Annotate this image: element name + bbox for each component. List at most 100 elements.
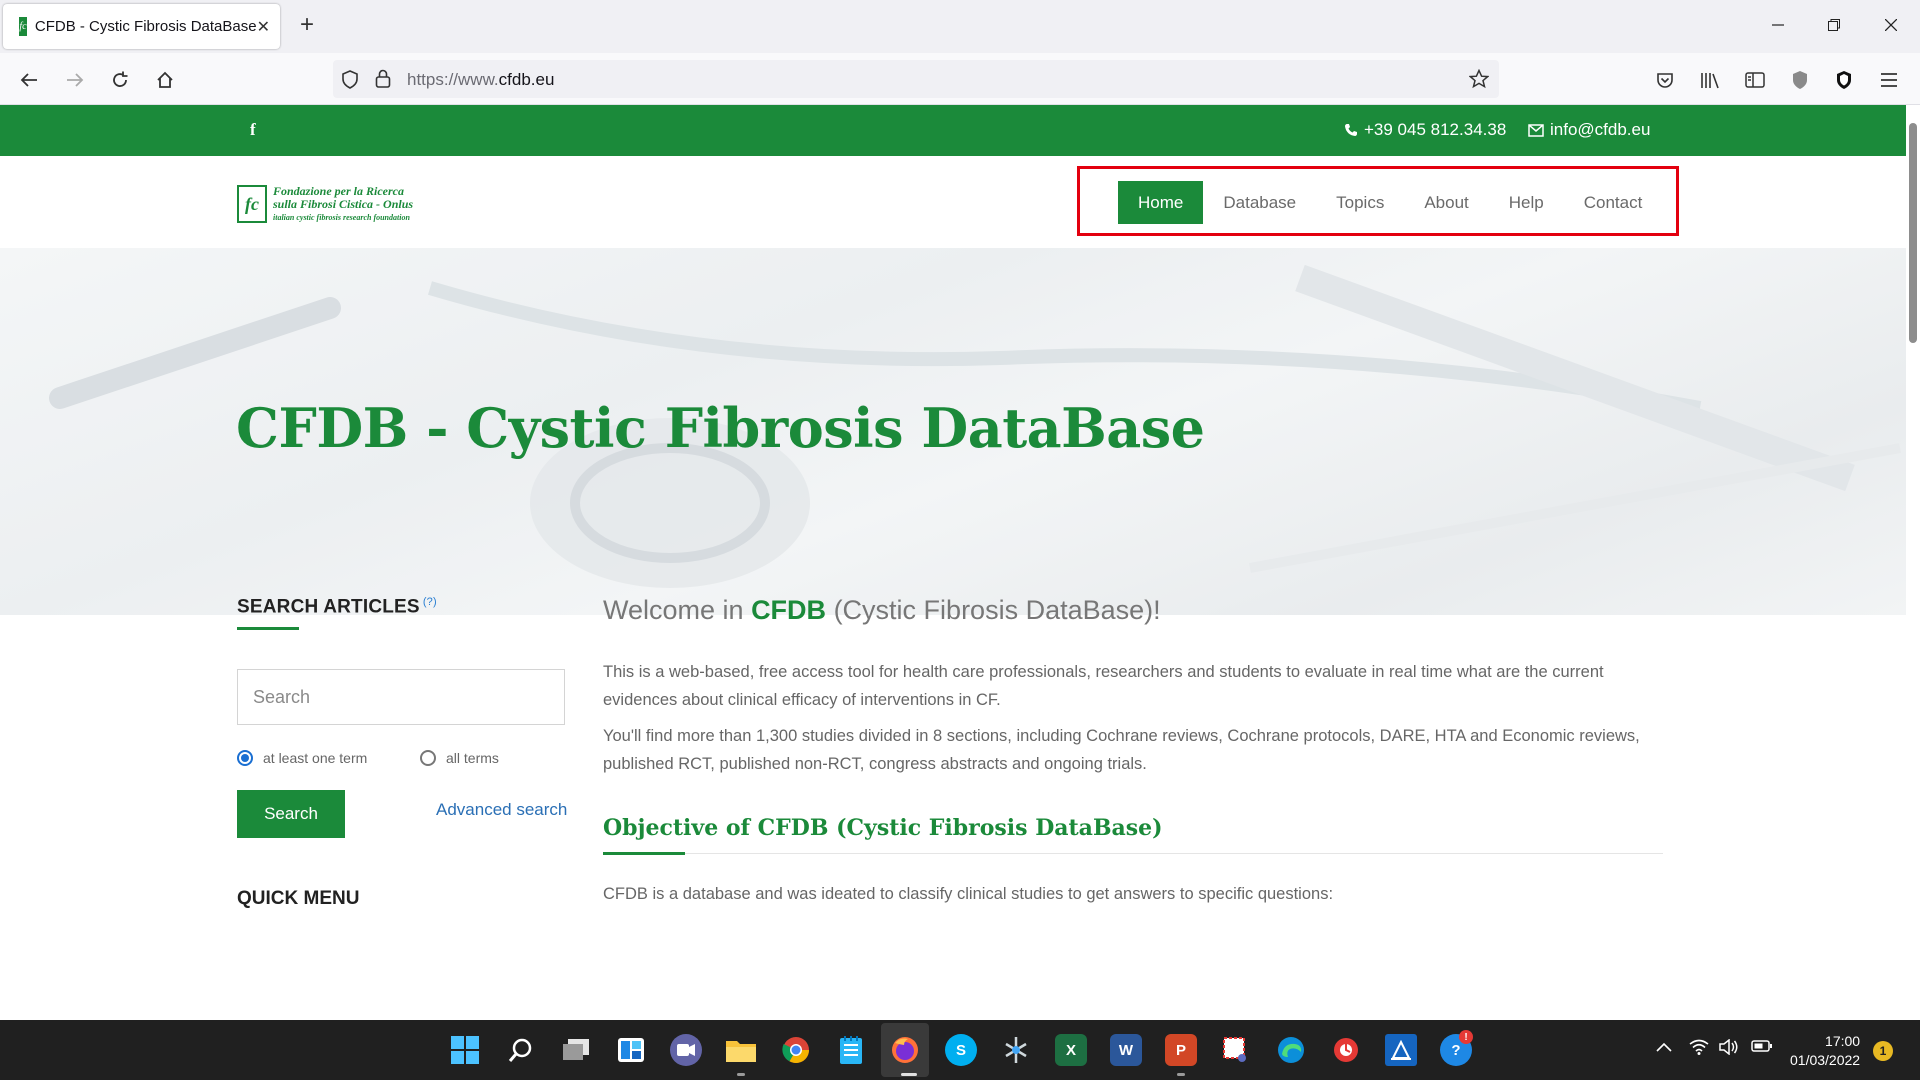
minimize-icon[interactable] (1758, 10, 1798, 40)
nav-about[interactable]: About (1404, 181, 1488, 224)
windows-taskbar: S X W P ? ! 17:00 01/03/2022 1 (0, 1020, 1920, 1080)
foundation-logo[interactable]: fc Fondazione per la Ricerca sulla Fibro… (237, 183, 432, 225)
file-explorer-icon[interactable] (725, 1034, 757, 1066)
volume-icon[interactable] (1719, 1038, 1739, 1060)
site-favicon-icon: fc (19, 17, 27, 36)
radio-selected-icon[interactable] (237, 750, 253, 766)
objective-paragraph: CFDB is a database and was ideated to cl… (603, 885, 1334, 903)
wifi-icon[interactable] (1689, 1039, 1709, 1060)
nav-home[interactable]: Home (1118, 181, 1204, 224)
main-navigation: Home Database Topics About Help Contact (1077, 166, 1679, 236)
radio-unselected-icon[interactable] (420, 750, 436, 766)
restore-icon[interactable] (1814, 10, 1854, 40)
logo-text: Fondazione per la Ricerca sulla Fibrosi … (273, 184, 414, 224)
radio-at-least-one[interactable]: at least one term (237, 750, 367, 766)
word-icon[interactable]: W (1110, 1034, 1142, 1066)
task-view-icon[interactable] (560, 1034, 592, 1066)
radio-label: all terms (446, 750, 499, 766)
browser-toolbar: https://www.cfdb.eu (0, 53, 1920, 105)
firefox-icon[interactable] (889, 1034, 921, 1066)
scrollbar-thumb[interactable] (1909, 123, 1917, 343)
browser-tab[interactable]: fc CFDB - Cystic Fibrosis DataBase ✕ (3, 4, 280, 49)
skype-icon[interactable]: S (945, 1034, 977, 1066)
search-articles-title: SEARCH ARTICLES (237, 596, 420, 618)
welcome-heading: Welcome in CFDB (Cystic Fibrosis DataBas… (603, 595, 1161, 625)
email-address: info@cfdb.eu (1550, 120, 1651, 139)
objective-underline (603, 852, 685, 855)
nav-contact[interactable]: Contact (1564, 181, 1663, 224)
library-icon[interactable] (1695, 65, 1725, 95)
quick-menu-heading: QUICK MENU (237, 888, 360, 909)
windows-start-icon[interactable] (449, 1034, 481, 1066)
alert-badge-icon: ! (1459, 1030, 1473, 1044)
edge-icon[interactable] (1275, 1034, 1307, 1066)
clock-date: 01/03/2022 (1790, 1052, 1861, 1068)
teams-chat-icon[interactable] (670, 1034, 702, 1066)
menu-items: Home Database Topics About Help Contact (1118, 181, 1662, 224)
pocket-icon[interactable] (1650, 65, 1680, 95)
close-tab-icon[interactable]: ✕ (257, 17, 270, 37)
browser-tab-bar: fc CFDB - Cystic Fibrosis DataBase ✕ + (0, 0, 1920, 53)
search-icon[interactable] (505, 1034, 537, 1066)
page-scrollbar[interactable] (1906, 105, 1920, 1020)
logo-line-2: sulla Fibrosi Cistica - Onlus (273, 196, 414, 211)
url-bar[interactable]: https://www.cfdb.eu (333, 60, 1499, 98)
chrome-icon[interactable] (780, 1034, 812, 1066)
lock-icon[interactable] (375, 69, 391, 93)
help-link[interactable]: (?) (423, 596, 437, 608)
close-window-icon[interactable] (1871, 10, 1911, 40)
clock-time: 17:00 (1825, 1033, 1861, 1049)
notification-badge[interactable]: 1 (1873, 1041, 1893, 1061)
hero-banner: CFDB - Cystic Fibrosis DataBase (0, 248, 1906, 615)
azure-app-icon[interactable] (1385, 1034, 1417, 1066)
system-clock[interactable]: 17:00 01/03/2022 (1790, 1032, 1860, 1070)
menu-icon[interactable] (1874, 65, 1904, 95)
ublock-icon[interactable] (1829, 65, 1859, 95)
new-tab-icon[interactable]: + (294, 12, 320, 38)
snipping-tool-icon[interactable] (1220, 1034, 1252, 1066)
tab-title: CFDB - Cystic Fibrosis DataBase (34, 18, 257, 35)
objective-divider (603, 853, 1663, 854)
battery-icon[interactable] (1751, 1039, 1773, 1058)
url-text[interactable]: https://www.cfdb.eu (407, 70, 554, 90)
nav-help[interactable]: Help (1489, 181, 1564, 224)
search-articles-heading: SEARCH ARTICLES (?) (237, 596, 437, 618)
logo-mark-icon: fc (237, 185, 267, 223)
shield-icon[interactable] (341, 70, 359, 94)
search-input[interactable] (237, 669, 565, 725)
phone-contact[interactable]: +39 045 812.34.38 (1344, 120, 1506, 140)
running-indicator (737, 1073, 745, 1076)
radio-label: at least one term (263, 750, 368, 766)
search-button[interactable]: Search (237, 790, 345, 838)
heading-underline (237, 627, 299, 630)
network-app-icon[interactable] (1000, 1034, 1032, 1066)
sidebar-icon[interactable] (1740, 65, 1770, 95)
hero-title: CFDB - Cystic Fibrosis DataBase (236, 396, 1205, 460)
radio-all-terms[interactable]: all terms (420, 750, 499, 766)
forward-icon[interactable] (60, 65, 90, 95)
notepad-icon[interactable] (835, 1034, 867, 1066)
widgets-icon[interactable] (615, 1034, 647, 1066)
advanced-search-link[interactable]: Advanced search (436, 800, 567, 820)
recovery-app-icon[interactable] (1330, 1034, 1362, 1066)
extension-icon[interactable] (1785, 65, 1815, 95)
email-contact[interactable]: info@cfdb.eu (1528, 120, 1650, 140)
web-page: f +39 045 812.34.38 info@cfdb.eu fc Fond… (0, 105, 1920, 1020)
chevron-up-icon[interactable] (1656, 1039, 1672, 1057)
home-icon[interactable] (150, 65, 180, 95)
brand-name: CFDB (751, 595, 827, 625)
back-icon[interactable] (14, 65, 44, 95)
powerpoint-icon[interactable]: P (1165, 1034, 1197, 1066)
excel-icon[interactable]: X (1055, 1034, 1087, 1066)
nav-database[interactable]: Database (1203, 181, 1316, 224)
phone-icon (1345, 124, 1357, 136)
nav-topics[interactable]: Topics (1316, 181, 1404, 224)
objective-heading: Objective of CFDB (Cystic Fibrosis DataB… (603, 815, 1163, 841)
phone-number: +39 045 812.34.38 (1364, 120, 1507, 139)
active-indicator (901, 1073, 917, 1076)
facebook-icon[interactable]: f (250, 120, 256, 140)
reload-icon[interactable] (105, 65, 135, 95)
star-icon[interactable] (1468, 68, 1490, 94)
intro-paragraph: This is a web-based, free access tool fo… (603, 663, 1604, 709)
site-top-bar: f +39 045 812.34.38 info@cfdb.eu (0, 105, 1906, 156)
